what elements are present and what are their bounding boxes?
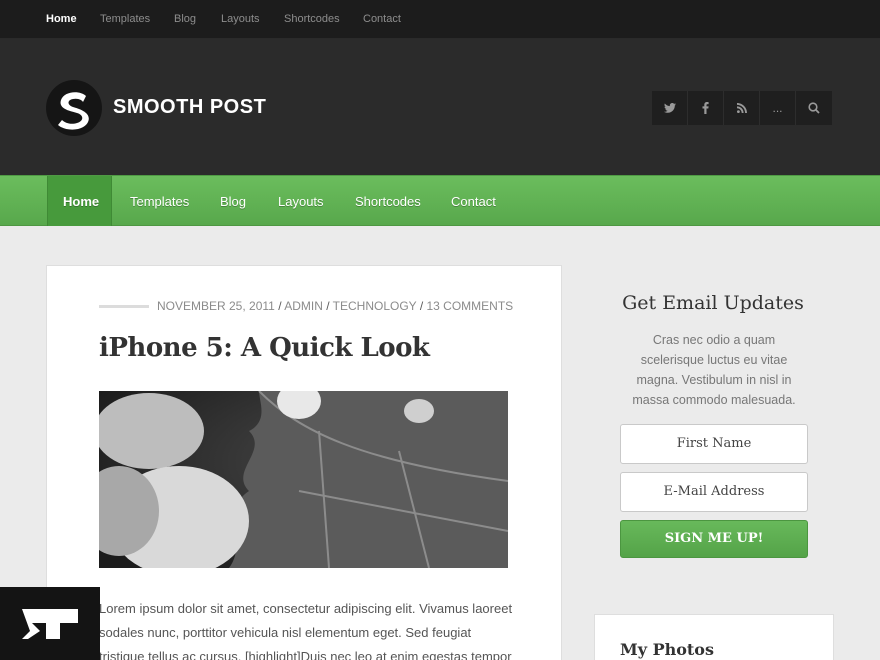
main-nav: Home Templates Blog Layouts Shortcodes C… [0, 175, 880, 226]
topnav-home[interactable]: Home [46, 13, 77, 25]
search-icon[interactable] [796, 91, 832, 125]
nav-contact[interactable]: Contact [451, 194, 496, 209]
nav-shortcodes[interactable]: Shortcodes [355, 194, 421, 209]
post-comments[interactable]: 13 COMMENTS [426, 299, 513, 313]
photos-widget-title: My Photos [620, 640, 714, 659]
top-nav-bar: Home Templates Blog Layouts Shortcodes C… [0, 0, 880, 39]
post-title[interactable]: iPhone 5: A Quick Look [99, 333, 430, 363]
post-meta: NOVEMBER 25, 2011 / ADMIN / TECHNOLOGY /… [157, 299, 514, 313]
site-title[interactable]: SMOOTH POST [113, 96, 266, 119]
rss-icon[interactable] [724, 91, 760, 125]
nav-home[interactable]: Home [63, 194, 99, 209]
nav-layouts[interactable]: Layouts [278, 194, 324, 209]
first-name-field[interactable]: First Name [620, 424, 808, 464]
meta-divider [99, 305, 149, 308]
post-image[interactable] [99, 391, 508, 568]
post-date[interactable]: NOVEMBER 25, 2011 [157, 299, 275, 313]
theme-badge-icon[interactable] [0, 587, 100, 660]
email-widget-text: Cras nec odio a quam scelerisque luctus … [632, 333, 796, 407]
post-excerpt: Lorem ipsum dolor sit amet, consectetur … [99, 601, 513, 660]
email-widget-title: Get Email Updates [622, 292, 804, 314]
email-field[interactable]: E-Mail Address [620, 472, 808, 512]
topnav-layouts[interactable]: Layouts [221, 13, 260, 25]
topnav-templates[interactable]: Templates [100, 13, 150, 25]
topnav-shortcodes[interactable]: Shortcodes [284, 13, 340, 25]
more-button[interactable]: ... [760, 91, 796, 125]
signup-button[interactable]: SIGN ME UP! [620, 520, 808, 558]
nav-templates[interactable]: Templates [130, 194, 189, 209]
site-header: SMOOTH POST ... [0, 39, 880, 175]
logo-icon[interactable] [46, 80, 102, 136]
twitter-icon[interactable] [652, 91, 688, 125]
facebook-icon[interactable] [688, 91, 724, 125]
topnav-contact[interactable]: Contact [363, 13, 401, 25]
post-category[interactable]: TECHNOLOGY [333, 299, 417, 313]
nav-blog[interactable]: Blog [220, 194, 246, 209]
topnav-blog[interactable]: Blog [174, 13, 196, 25]
post-author[interactable]: ADMIN [284, 299, 323, 313]
